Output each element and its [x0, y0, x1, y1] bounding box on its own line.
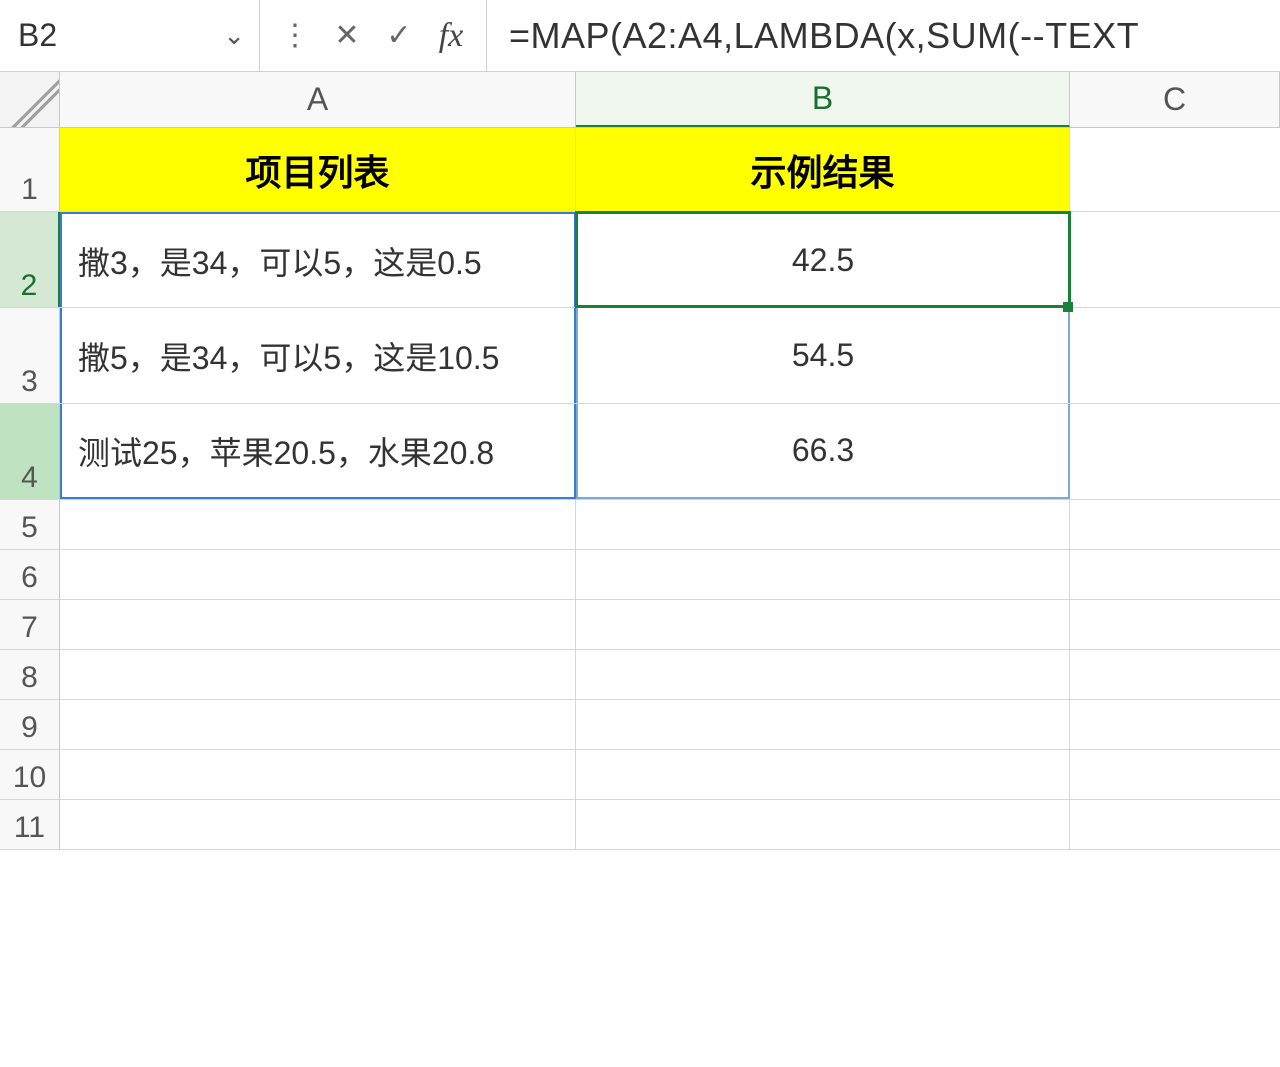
- cell-a4[interactable]: 测试25，苹果20.5，水果20.8: [60, 404, 576, 499]
- fx-icon[interactable]: fx: [434, 17, 468, 55]
- cell-c10[interactable]: [1070, 750, 1280, 799]
- menu-icon[interactable]: ⋮: [278, 18, 312, 53]
- row-header-6[interactable]: 6: [0, 550, 60, 599]
- cell-b11[interactable]: [576, 800, 1070, 849]
- row-2: 2 撒3，是34，可以5，这是0.5 42.5: [0, 212, 1280, 308]
- cell-b10[interactable]: [576, 750, 1070, 799]
- row-8: 8: [0, 650, 1280, 700]
- column-header-a[interactable]: A: [60, 72, 576, 127]
- cell-a11[interactable]: [60, 800, 576, 849]
- cell-a10[interactable]: [60, 750, 576, 799]
- confirm-icon[interactable]: ✓: [382, 18, 416, 53]
- cell-c6[interactable]: [1070, 550, 1280, 599]
- row-header-4[interactable]: 4: [0, 404, 60, 499]
- row-header-8[interactable]: 8: [0, 650, 60, 699]
- row-10: 10: [0, 750, 1280, 800]
- name-box-dropdown-icon[interactable]: ⌄: [223, 20, 245, 51]
- cell-a3[interactable]: 撒5，是34，可以5，这是10.5: [60, 308, 576, 403]
- cell-b8[interactable]: [576, 650, 1070, 699]
- row-header-2[interactable]: 2: [0, 212, 60, 307]
- name-box[interactable]: B2 ⌄: [0, 0, 260, 71]
- cell-a5[interactable]: [60, 500, 576, 549]
- cell-b6[interactable]: [576, 550, 1070, 599]
- cell-b7[interactable]: [576, 600, 1070, 649]
- grid-rows: 1 项目列表 示例结果 2 撒3，是34，可以5，这是0.5 42.5 3 撒5…: [0, 128, 1280, 850]
- formula-input[interactable]: =MAP(A2:A4,LAMBDA(x,SUM(--TEXT: [487, 0, 1280, 71]
- cell-c11[interactable]: [1070, 800, 1280, 849]
- cell-c4[interactable]: [1070, 404, 1280, 499]
- select-all-corner[interactable]: [0, 72, 60, 127]
- row-7: 7: [0, 600, 1280, 650]
- row-4: 4 测试25，苹果20.5，水果20.8 66.3: [0, 404, 1280, 500]
- row-header-11[interactable]: 11: [0, 800, 60, 849]
- cell-a2[interactable]: 撒3，是34，可以5，这是0.5: [60, 212, 576, 307]
- row-header-7[interactable]: 7: [0, 600, 60, 649]
- column-header-b[interactable]: B: [576, 72, 1070, 127]
- cell-b2[interactable]: 42.5: [576, 212, 1070, 307]
- row-header-9[interactable]: 9: [0, 700, 60, 749]
- cell-a9[interactable]: [60, 700, 576, 749]
- cell-b3[interactable]: 54.5: [576, 308, 1070, 403]
- row-5: 5: [0, 500, 1280, 550]
- row-6: 6: [0, 550, 1280, 600]
- column-header-c[interactable]: C: [1070, 72, 1280, 127]
- cell-c1[interactable]: [1070, 128, 1280, 211]
- cell-c3[interactable]: [1070, 308, 1280, 403]
- cell-c2[interactable]: [1070, 212, 1280, 307]
- spreadsheet: A B C 1 项目列表 示例结果 2 撒3，是34，可以5，这是0.5 42.…: [0, 72, 1280, 850]
- cell-a1[interactable]: 项目列表: [60, 128, 576, 211]
- cell-a7[interactable]: [60, 600, 576, 649]
- cell-c7[interactable]: [1070, 600, 1280, 649]
- row-1: 1 项目列表 示例结果: [0, 128, 1280, 212]
- cell-c9[interactable]: [1070, 700, 1280, 749]
- row-3: 3 撒5，是34，可以5，这是10.5 54.5: [0, 308, 1280, 404]
- cell-b1[interactable]: 示例结果: [576, 128, 1070, 211]
- formula-bar-area: B2 ⌄ ⋮ ✕ ✓ fx =MAP(A2:A4,LAMBDA(x,SUM(--…: [0, 0, 1280, 72]
- row-11: 11: [0, 800, 1280, 850]
- column-headers: A B C: [0, 72, 1280, 128]
- cell-b4[interactable]: 66.3: [576, 404, 1070, 499]
- cell-c5[interactable]: [1070, 500, 1280, 549]
- row-header-3[interactable]: 3: [0, 308, 60, 403]
- name-box-value: B2: [18, 17, 223, 54]
- cell-a8[interactable]: [60, 650, 576, 699]
- row-header-1[interactable]: 1: [0, 128, 60, 211]
- cell-b9[interactable]: [576, 700, 1070, 749]
- cell-c8[interactable]: [1070, 650, 1280, 699]
- cancel-icon[interactable]: ✕: [330, 18, 364, 53]
- row-9: 9: [0, 700, 1280, 750]
- cell-b5[interactable]: [576, 500, 1070, 549]
- formula-controls: ⋮ ✕ ✓ fx: [260, 0, 487, 71]
- row-header-10[interactable]: 10: [0, 750, 60, 799]
- row-header-5[interactable]: 5: [0, 500, 60, 549]
- cell-a6[interactable]: [60, 550, 576, 599]
